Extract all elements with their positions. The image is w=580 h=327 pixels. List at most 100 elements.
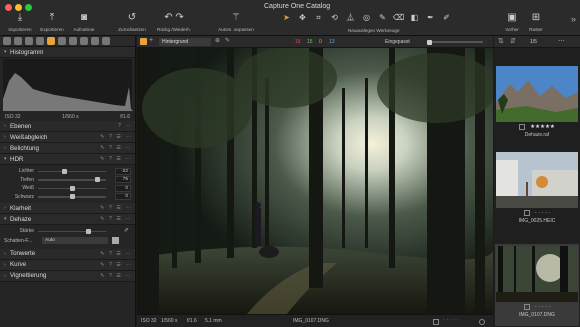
section-hdr[interactable]: ▾ HDR ✎ ? ☰ ⋯ (0, 154, 135, 165)
tab-composition-icon[interactable] (36, 37, 44, 45)
slider-value[interactable]: -22 (115, 167, 131, 175)
section-vignette[interactable]: › Vignettierung ✎ ? ☰ ⋯ (0, 270, 135, 282)
camera-icon: ◙ (80, 12, 88, 23)
slider-knob[interactable] (62, 168, 68, 174)
thumbnail-image (496, 66, 578, 122)
slider-knob[interactable] (94, 177, 100, 182)
thumbnail-item[interactable]: · · · · · IMG_0025.HEIC (495, 152, 579, 224)
section-layers[interactable]: › Ebenen ? ⋯ (0, 121, 135, 132)
hdr-slider-lichter[interactable]: Lichter -22 (0, 167, 135, 176)
tab-capture-icon[interactable] (14, 37, 22, 45)
thumbnail-rating[interactable]: ★★★★★ (495, 122, 579, 132)
layers-grid-icon[interactable] (140, 38, 147, 45)
slider-knob[interactable] (69, 194, 75, 199)
section-controls-icon[interactable]: ✎ ? ☰ ⋯ (100, 251, 132, 257)
browser-settings-icon[interactable]: ⋯ (558, 37, 565, 45)
pointer-tool-icon[interactable]: ➤ (280, 12, 293, 24)
grid-button[interactable]: ⊞ Raster (516, 12, 556, 32)
dehaze-shadow-select[interactable]: Auto (42, 237, 108, 244)
slider-knob[interactable] (85, 228, 91, 234)
section-controls-icon[interactable]: ? ⋯ (118, 123, 132, 129)
thumbnail-item-selected[interactable]: · · · · · IMG_0107.DNG (495, 244, 579, 326)
tab-adjustments-icon[interactable] (80, 37, 88, 45)
color-swatch[interactable] (112, 237, 119, 244)
thumbnail-rating[interactable]: · · · · · (495, 302, 579, 312)
filter-icon[interactable]: ⇅ (498, 37, 504, 45)
rotate-tool-icon[interactable]: ⟲ (328, 12, 341, 24)
capture-button[interactable]: ◙ Aufnahme (64, 12, 104, 32)
picker-tool-icon[interactable]: ✒ (424, 12, 437, 24)
section-controls-icon[interactable]: ✎ ? ☰ ⋯ (100, 262, 132, 268)
section-controls-icon[interactable]: ✎ ? ☰ ⋯ (100, 145, 132, 151)
thumbnail-image (496, 152, 578, 208)
zoom-fit[interactable]: Eingepasst (385, 39, 410, 45)
tab-metadata-icon[interactable] (91, 37, 99, 45)
section-controls-icon[interactable]: ✎ ? ☰ ⋯ (100, 273, 132, 279)
spot-tool-icon[interactable]: ◎ (360, 12, 373, 24)
slider-value[interactable]: 0 (115, 184, 131, 192)
section-exposure[interactable]: › Belichtung ✎ ? ☰ ⋯ (0, 143, 135, 154)
select-checkbox[interactable] (523, 304, 530, 310)
auto-adjust-button[interactable]: ⚚ Autom. anpassen (214, 12, 258, 32)
rating-dots[interactable]: ····· (443, 317, 461, 323)
gradient-tool-icon[interactable]: ◧ (408, 12, 421, 24)
crop-tool-icon[interactable]: ⌗ (312, 12, 325, 24)
layer-brush-icon[interactable]: ✎ (225, 37, 230, 44)
undo-redo-button[interactable]: ↶ ↷ Rückg./Wiederh. (152, 12, 196, 32)
tab-output-icon[interactable] (102, 37, 110, 45)
keystone-tool-icon[interactable]: ⏅ (344, 12, 357, 24)
reset-button[interactable]: ↺ Zurücksetzen (112, 12, 152, 32)
section-levels[interactable]: › Tonwerte ✎ ? ☰ ⋯ (0, 248, 135, 260)
hdr-slider-schwarz[interactable]: Schwarz 0 (0, 193, 135, 202)
minimize-window-button[interactable] (15, 4, 22, 11)
zoom-slider-knob[interactable] (427, 39, 432, 45)
tab-library-icon[interactable] (3, 37, 11, 45)
hdr-slider-weiß[interactable]: Weiß 0 (0, 184, 135, 193)
brush-tool-icon[interactable]: ✎ (376, 12, 389, 24)
layer-add-icon[interactable]: ⊕ (215, 37, 220, 44)
tab-lens-icon[interactable] (25, 37, 33, 45)
section-controls-icon[interactable]: ✎ ? ☰ ⋯ (100, 156, 132, 162)
annotation-tool-icon[interactable]: ✐ (440, 12, 453, 24)
select-checkbox[interactable] (433, 319, 439, 325)
sort-icon[interactable]: ⇵ (510, 37, 516, 45)
orange-count[interactable]: 0 (319, 39, 322, 45)
section-clarity[interactable]: › Klarheit ✎ ? ☰ ⋯ (0, 203, 135, 214)
section-controls-icon[interactable]: ✎ ? ☰ ⋯ (100, 134, 132, 140)
blue-count[interactable]: 13 (329, 39, 335, 45)
red-count[interactable]: 15 (295, 39, 301, 45)
section-controls-icon[interactable]: ✎ ? ☰ ⋯ (100, 216, 132, 222)
hdr-slider-tiefen[interactable]: Tiefen 75 (0, 176, 135, 185)
green-count[interactable]: 15 (307, 39, 313, 45)
section-histogram[interactable]: ▾ Histogramm (0, 47, 135, 58)
tab-exposure-icon[interactable] (47, 37, 55, 45)
thumbnail-item[interactable]: ★★★★★ Dehaze.raf (495, 66, 579, 138)
download-icon: ⤓ (17, 12, 23, 23)
section-curve[interactable]: › Kurve ✎ ? ☰ ⋯ (0, 259, 135, 271)
zoom-window-button[interactable] (25, 4, 32, 11)
dehaze-strength-slider[interactable]: Stärke ✐ (0, 227, 135, 236)
eraser-tool-icon[interactable]: ⌫ (392, 12, 405, 24)
thumbnail-rating[interactable]: · · · · · (495, 208, 579, 218)
color-tag[interactable] (479, 319, 485, 325)
add-layer-icon[interactable]: + (149, 37, 153, 44)
slider-value[interactable]: 0 (115, 193, 131, 201)
pan-tool-icon[interactable]: ✥ (296, 12, 309, 24)
zoom-slider[interactable] (427, 39, 483, 45)
section-controls-icon[interactable]: ✎ ? ☰ ⋯ (100, 205, 132, 211)
eyedropper-icon[interactable]: ✐ (124, 227, 129, 234)
section-dehaze[interactable]: ▾ Dehaze ✎ ? ☰ ⋯ (0, 214, 135, 225)
select-checkbox[interactable] (519, 124, 526, 130)
image-viewer[interactable] (137, 48, 493, 314)
layer-select[interactable]: Hintergrund (159, 38, 211, 46)
slider-knob[interactable] (69, 185, 75, 191)
tab-color-icon[interactable] (58, 37, 66, 45)
tab-details-icon[interactable] (69, 37, 77, 45)
close-window-button[interactable] (5, 4, 12, 11)
histogram-graph (3, 59, 133, 111)
section-white-balance[interactable]: › Weißabgleich ✎ ? ☰ ⋯ (0, 132, 135, 143)
toolbar-overflow-icon[interactable]: » (571, 14, 576, 24)
browser-toolbar: ⇅ ⇵ 1/5 ⋯ (494, 36, 580, 48)
select-checkbox[interactable] (523, 210, 530, 216)
slider-value[interactable]: 75 (115, 176, 131, 184)
